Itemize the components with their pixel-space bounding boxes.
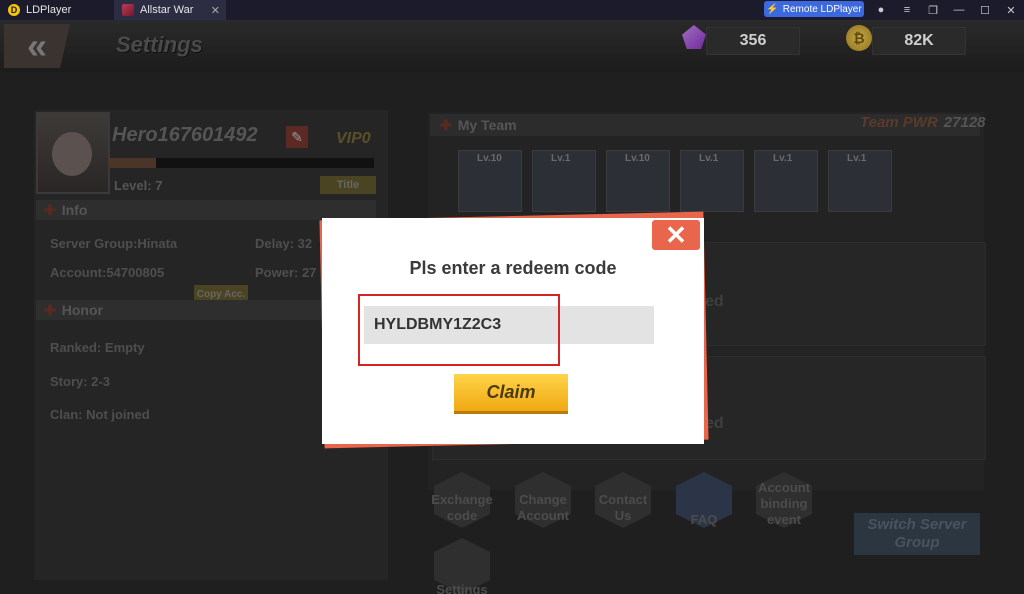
hero-card[interactable]: Lv.1 [828, 150, 892, 212]
my-team-label: My Team [457, 117, 517, 133]
maximize-icon[interactable]: ☐ [972, 0, 998, 20]
hero-level: Lv.10 [477, 153, 502, 164]
hero-card[interactable]: Lv.1 [754, 150, 818, 212]
hero-level: Lv.1 [699, 153, 719, 164]
tab-game-label: Allstar War [140, 4, 194, 16]
gold-count: 82K [872, 27, 966, 55]
hero-card[interactable]: Lv.1 [680, 150, 744, 212]
edit-name-icon[interactable]: ✎ [286, 126, 308, 148]
title-bar: D LDPlayer Allstar War ✕ ⚡ Remote LDPlay… [0, 0, 1024, 20]
exchange-code-button[interactable]: Exchange code [430, 472, 494, 544]
account-icon[interactable]: ● [868, 0, 894, 20]
hero-card[interactable]: Lv.10 [606, 150, 670, 212]
hero-card[interactable]: Lv.10 [458, 150, 522, 212]
tab-allstar-war[interactable]: Allstar War ✕ [114, 0, 226, 20]
team-power-value: 27128 [943, 114, 986, 131]
remote-ldplayer-label: Remote LDPlayer [782, 3, 862, 15]
honor-header-label: Honor [61, 302, 103, 318]
close-tab-icon[interactable]: ✕ [211, 4, 220, 17]
avatar[interactable] [36, 112, 110, 194]
hero-level: Lv.10 [625, 153, 650, 164]
account-binding-event-button[interactable]: Account binding event [752, 472, 816, 544]
account-binding-label: Account binding event [758, 480, 810, 527]
minimize-icon[interactable]: — [946, 0, 972, 20]
switch-server-group-button[interactable]: Switch Server Group [854, 513, 980, 555]
level-value: 7 [155, 178, 163, 193]
contact-us-button[interactable]: Contact Us [591, 472, 655, 544]
close-dialog-button[interactable]: ✕ [652, 220, 700, 250]
change-account-label: Change Account [517, 492, 569, 523]
hero-card[interactable]: Lv.1 [532, 150, 596, 212]
faq-button[interactable]: FAQ [672, 472, 736, 544]
slot-text: ed [705, 293, 724, 310]
settings-button[interactable]: Settings [430, 538, 494, 594]
close-window-icon[interactable]: ✕ [998, 0, 1024, 20]
title-button[interactable]: Title [320, 176, 376, 194]
server-group-text: Server Group:Hinata [50, 236, 178, 251]
ranked-text: Ranked: Empty [50, 340, 145, 355]
vip-badge: VIP0 [336, 130, 371, 147]
claim-button[interactable]: Claim [454, 374, 568, 414]
game-viewport: « Settings 356 ₿ 82K Hero167601492 ✎ VIP… [0, 20, 1024, 594]
input-highlight-box [358, 294, 560, 366]
change-account-button[interactable]: Change Account [511, 472, 575, 544]
info-header-label: Info [61, 202, 88, 218]
delay-text: Delay: 32 [255, 236, 313, 251]
account-text: Account:54700805 [50, 265, 165, 280]
story-text: Story: 2-3 [50, 374, 110, 389]
game-thumbnail-icon [122, 4, 134, 16]
team-power-label: Team PWR [860, 114, 938, 131]
avatar-portrait-icon [52, 132, 92, 176]
settings-label: Settings [436, 582, 488, 594]
power-text: Power: 27 [255, 265, 317, 280]
player-name: Hero167601492 [112, 124, 258, 146]
lightning-icon: ⚡ [766, 3, 779, 15]
faq-label: FAQ [690, 512, 718, 527]
redeem-code-dialog: Pls enter a redeem code ✕ Claim [322, 218, 704, 444]
team-power: Team PWR 27128 [860, 114, 986, 131]
plus-icon: ✚ [44, 201, 56, 218]
level-row: Level: 7 [114, 178, 162, 193]
ldplayer-logo-icon: D [8, 4, 20, 16]
plus-icon: ✚ [440, 116, 452, 133]
hero-level: Lv.1 [551, 153, 571, 164]
exchange-code-label: Exchange code [431, 492, 493, 523]
clan-text: Clan: Not joined [50, 407, 150, 422]
contact-us-label: Contact Us [598, 492, 648, 523]
xp-bar [108, 158, 374, 168]
plus-icon: ✚ [44, 301, 56, 318]
hero-level: Lv.1 [847, 153, 867, 164]
menu-icon[interactable]: ≡ [894, 0, 920, 20]
back-arrow-icon[interactable]: « [4, 24, 70, 68]
gold-coin-icon: ₿ [846, 25, 872, 51]
gem-count: 356 [706, 27, 800, 55]
page-title: Settings [116, 32, 203, 57]
level-label: Level: [114, 178, 152, 193]
restore-window-icon[interactable]: ❐ [920, 0, 946, 20]
hero-level: Lv.1 [773, 153, 793, 164]
dialog-title: Pls enter a redeem code [409, 258, 617, 278]
info-section-header: ✚ Info [36, 200, 376, 220]
remote-ldplayer-button[interactable]: ⚡ Remote LDPlayer [764, 1, 864, 17]
tab-ldplayer-label: LDPlayer [26, 4, 72, 16]
tab-ldplayer[interactable]: D LDPlayer [0, 0, 112, 20]
xp-bar-fill [108, 158, 156, 168]
